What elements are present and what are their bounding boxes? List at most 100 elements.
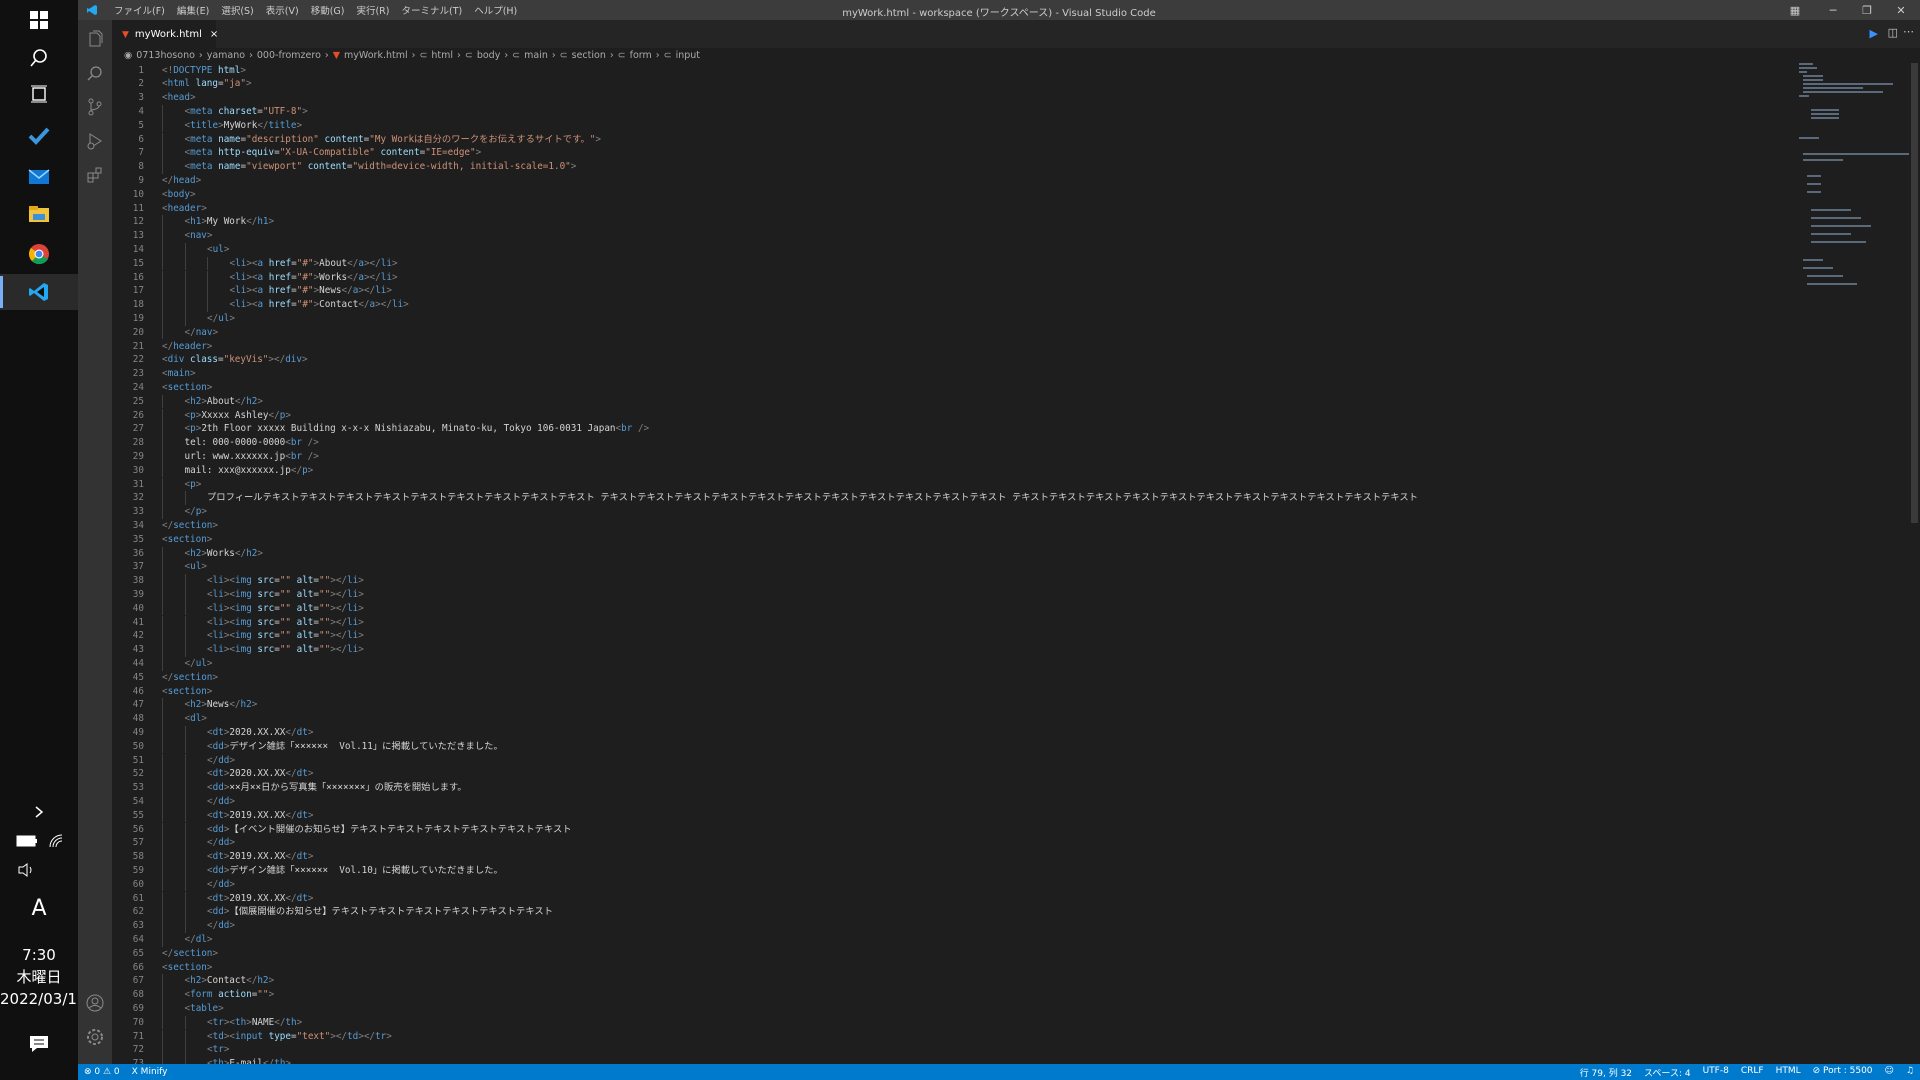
chrome-icon[interactable] [0, 236, 78, 272]
menu-selection[interactable]: 選択(S) [215, 3, 259, 17]
breadcrumb-item[interactable]: yamano [207, 50, 245, 61]
code-line[interactable]: 70 <tr><th>NAME</th> [112, 1015, 1797, 1030]
source-control-icon[interactable] [78, 90, 112, 124]
code-line[interactable]: 27 <p>2th Floor xxxxx Building x-x-x Nish… [112, 422, 1797, 437]
code-line[interactable]: 20 </nav> [112, 325, 1797, 340]
code-line[interactable]: 57 </dd> [112, 836, 1797, 851]
code-line[interactable]: 62 <dd>【個展開催のお知らせ】テキストテキストテキストテキストテキストテキス… [112, 905, 1797, 920]
code-line[interactable]: 28 tel: 000-0000-0000<br /> [112, 436, 1797, 450]
code-line[interactable]: 36 <h2>Works</h2> [112, 546, 1797, 561]
code-line[interactable]: 26 <p>Xxxxx Ashley</p> [112, 408, 1797, 423]
code-line[interactable]: 10 <body> [112, 188, 1797, 202]
breadcrumb-item[interactable]: 0713hosono [136, 50, 195, 61]
todo-checkmark-icon[interactable] [0, 118, 78, 154]
file-explorer-icon[interactable] [0, 196, 78, 232]
code-line[interactable]: 60 </dd> [112, 877, 1797, 892]
run-debug-icon[interactable] [78, 124, 112, 158]
task-view-icon[interactable] [0, 76, 78, 112]
account-icon[interactable] [78, 986, 112, 1020]
menu-terminal[interactable]: ターミナル(T) [395, 3, 468, 17]
code-line[interactable]: 52 <dt>2020.XX.XX</dt> [112, 767, 1797, 782]
explorer-icon[interactable] [78, 22, 112, 56]
search-icon[interactable] [0, 40, 78, 76]
settings-gear-icon[interactable] [78, 1020, 112, 1054]
code-line[interactable]: 34 </section> [112, 519, 1797, 533]
code-editor[interactable]: 1 <!DOCTYPE html> 2 <html lang="ja"> 3 <head>… [112, 63, 1797, 1064]
volume-icon[interactable] [0, 852, 66, 888]
code-line[interactable]: 2 <html lang="ja"> [112, 77, 1797, 91]
close-window-button[interactable]: ✕ [1886, 0, 1916, 20]
code-line[interactable]: 72 <tr> [112, 1043, 1797, 1058]
menu-run[interactable]: 実行(R) [350, 3, 395, 17]
minimize-button[interactable]: ─ [1818, 0, 1848, 20]
notification-center-icon[interactable] [0, 1026, 78, 1062]
scrollbar-thumb[interactable] [1911, 63, 1918, 523]
breadcrumb-item[interactable]: main [524, 50, 548, 61]
restore-button[interactable]: ❐ [1852, 0, 1882, 20]
code-line[interactable]: 4 <meta charset="UTF-8"> [112, 104, 1797, 119]
code-line[interactable]: 15 <li><a href="#">About</a></li> [112, 256, 1797, 271]
code-line[interactable]: 51 </dd> [112, 753, 1797, 768]
code-line[interactable]: 8 <meta name="viewport" content="width=de… [112, 160, 1797, 174]
code-line[interactable]: 55 <dt>2019.XX.XX</dt> [112, 808, 1797, 823]
code-line[interactable]: 68 <form action=""> [112, 988, 1797, 1002]
search-icon[interactable] [78, 56, 112, 90]
code-line[interactable]: 46 <section> [112, 685, 1797, 699]
code-line[interactable]: 3 <head> [112, 91, 1797, 105]
menu-edit[interactable]: 編集(E) [171, 3, 215, 17]
code-line[interactable]: 14 <ul> [112, 242, 1797, 257]
code-line[interactable]: 56 <dd>【イベント開催のお知らせ】テキストテキストテキストテキストテキストテ… [112, 822, 1797, 837]
code-line[interactable]: 43 <li><img src="" alt=""></li> [112, 643, 1797, 657]
bell-icon[interactable]: ♫ [1900, 1066, 1920, 1079]
minimap[interactable] [1797, 63, 1913, 1064]
breadcrumb-item[interactable]: section [572, 50, 606, 61]
code-line[interactable]: 50 <dd>デザイン雑誌「×××××× Vol.11」に掲載していただきました。 [112, 739, 1797, 754]
breadcrumb-item[interactable]: html [431, 50, 453, 61]
code-line[interactable]: 6 <meta name="description" content="My Wo… [112, 132, 1797, 147]
code-line[interactable]: 54 </dd> [112, 794, 1797, 809]
encoding[interactable]: UTF-8 [1697, 1066, 1735, 1079]
extensions-icon[interactable] [78, 158, 112, 192]
feedback-icon[interactable]: ☺ [1879, 1066, 1900, 1079]
menu-help[interactable]: ヘルプ(H) [468, 3, 523, 17]
tab-mywork-html[interactable]: ▼ myWork.html × [112, 20, 218, 48]
windows-start-icon[interactable] [0, 2, 78, 38]
code-line[interactable]: 59 <dd>デザイン雑誌「×××××× Vol.10」に掲載していただきました。 [112, 863, 1797, 878]
code-line[interactable]: 24 <section> [112, 381, 1797, 395]
code-line[interactable]: 19 </ul> [112, 311, 1797, 326]
breadcrumb-item[interactable]: input [676, 50, 700, 61]
code-line[interactable]: 44 </ul> [112, 656, 1797, 671]
code-line[interactable]: 11 <header> [112, 202, 1797, 216]
code-line[interactable]: 12 <h1>My Work</h1> [112, 215, 1797, 230]
code-line[interactable]: 69 <table> [112, 1001, 1797, 1016]
menu-view[interactable]: 表示(V) [260, 3, 305, 17]
code-line[interactable]: 39 <li><img src="" alt=""></li> [112, 587, 1797, 602]
split-editor-icon[interactable]: ◫ [1888, 26, 1898, 39]
minify-button[interactable]: X Minify [126, 1067, 174, 1077]
code-line[interactable]: 32 プロフィールテキストテキストテキストテキストテキストテキストテキストテキスト… [112, 491, 1797, 506]
code-line[interactable]: 64 </dl> [112, 932, 1797, 947]
indentation[interactable]: スペース: 4 [1638, 1066, 1697, 1079]
breadcrumb-item[interactable]: 000-fromzero [257, 50, 321, 61]
code-line[interactable]: 67 <h2>Contact</h2> [112, 974, 1797, 989]
vscode-icon[interactable] [0, 274, 78, 310]
code-line[interactable]: 58 <dt>2019.XX.XX</dt> [112, 850, 1797, 864]
tab-close-icon[interactable]: × [210, 29, 218, 40]
end-of-line[interactable]: CRLF [1735, 1066, 1770, 1079]
code-line[interactable]: 37 <ul> [112, 560, 1797, 575]
code-line[interactable]: 45 </section> [112, 671, 1797, 685]
code-line[interactable]: 18 <li><a href="#">Contact</a></li> [112, 298, 1797, 312]
taskbar-clock[interactable]: 7:30 木曜日 2022/03/17 [0, 944, 86, 1010]
code-line[interactable]: 61 <dt>2019.XX.XX</dt> [112, 891, 1797, 906]
problems-indicator[interactable]: ⊗ 0 ⚠ 0 [78, 1067, 126, 1077]
breadcrumb-item[interactable]: myWork.html [344, 50, 408, 61]
menu-file[interactable]: ファイル(F) [108, 3, 171, 17]
code-line[interactable]: 5 <title>MyWork</title> [112, 118, 1797, 133]
code-line[interactable]: 23 <main> [112, 367, 1797, 381]
more-actions-icon[interactable]: ⋯ [1903, 25, 1914, 38]
language-mode[interactable]: HTML [1770, 1066, 1807, 1079]
code-line[interactable]: 35 <section> [112, 533, 1797, 547]
code-line[interactable]: 63 </dd> [112, 919, 1797, 933]
ime-indicator[interactable]: A [0, 890, 78, 926]
code-line[interactable]: 42 <li><img src="" alt=""></li> [112, 629, 1797, 644]
